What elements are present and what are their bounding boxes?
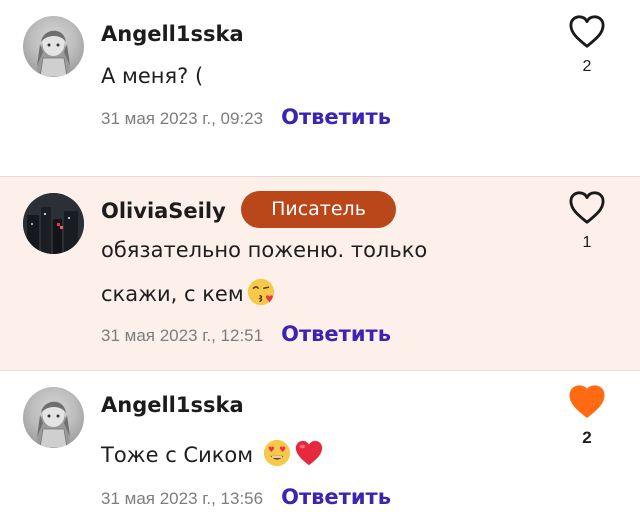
comment-item: Angell1sska А меня? ( 31 мая 2023 г., 09… [0,0,640,176]
comment-item: OliviaSeily Писатель обязательно поженю.… [0,176,640,370]
comment-meta: 31 мая 2023 г., 12:51 Ответить [101,322,391,346]
comment-author[interactable]: OliviaSeily [101,199,226,223]
anime-avatar-image [37,401,70,448]
like-count: 1 [582,234,592,251]
like-button[interactable]: 2 [564,14,610,76]
like-button[interactable]: 1 [564,190,610,252]
comment-author[interactable]: Angell1sska [101,22,244,46]
comment-author[interactable]: Angell1sska [101,393,244,417]
heart-filled-icon [569,385,605,418]
comment-text: Тоже с Сиком [101,433,324,477]
comment-date: 31 мая 2023 г., 12:51 [101,326,264,345]
like-count: 2 [582,58,592,75]
comment-meta: 31 мая 2023 г., 09:23 Ответить [101,105,391,129]
red-heart-emoji [295,440,322,466]
night-city-avatar-image [23,193,84,254]
heart-eyes-emoji [263,439,290,467]
comment-text: обязательно поженю. только скажи, с кем [101,228,481,316]
like-count: 2 [582,428,592,447]
writer-badge: Писатель [241,191,396,228]
kissing-face-emoji [247,278,274,306]
heart-outline-icon [569,191,605,224]
anime-avatar-image [37,30,70,77]
reply-button[interactable]: Ответить [281,485,391,509]
comment-text: А меня? ( [101,64,204,88]
avatar[interactable] [23,387,84,448]
comment-meta: 31 мая 2023 г., 13:56 Ответить [101,485,391,509]
like-button[interactable]: 2 [564,384,610,448]
avatar[interactable] [23,16,84,77]
reply-button[interactable]: Ответить [281,322,391,346]
comment-item: Angell1sska Тоже с Сиком 31 мая 2023 г.,… [0,370,640,522]
avatar[interactable] [23,193,84,254]
comment-date: 31 мая 2023 г., 13:56 [101,489,264,508]
heart-outline-icon [569,15,605,48]
reply-button[interactable]: Ответить [281,105,391,129]
comment-date: 31 мая 2023 г., 09:23 [101,109,264,128]
comment-text-content: Тоже с Сиком [101,443,254,467]
